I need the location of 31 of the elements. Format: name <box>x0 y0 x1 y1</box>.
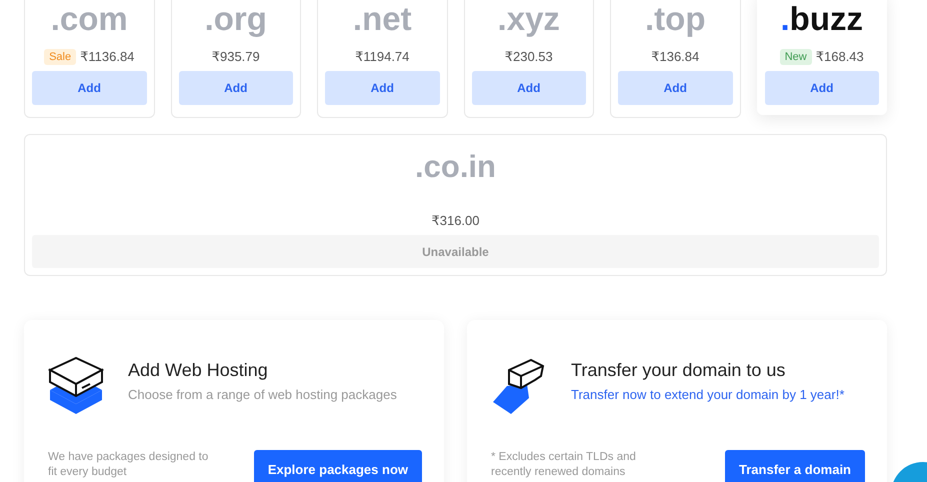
offer-subtitle: Transfer now to extend your domain by 1 year!* <box>571 387 844 402</box>
add-button[interactable]: Add <box>764 71 879 105</box>
domain-extension: .com <box>50 1 128 37</box>
offer-subtitle: Choose from a range of web hosting packages <box>128 387 397 402</box>
domain-extension: .co.in <box>415 149 496 186</box>
price: ₹230.53 <box>504 49 553 65</box>
offer-button[interactable]: Explore packages now <box>254 450 422 482</box>
offer-note: * Excludes certain TLDs and recently renewed domains <box>491 450 637 480</box>
price: ₹935.79 <box>212 49 260 65</box>
add-button[interactable]: Add <box>472 71 586 105</box>
domain-extension: .net <box>352 1 412 37</box>
domain-extension: .top <box>645 1 706 37</box>
offer-title: Add Web Hosting <box>128 360 269 381</box>
add-button[interactable]: Add <box>32 71 146 105</box>
offer-note: We have packages designed to fit every budget <box>48 450 210 480</box>
unavailable-status: Unavailable <box>32 235 879 268</box>
domain-extension: .org <box>204 1 267 37</box>
add-button[interactable]: Add <box>325 71 440 105</box>
badge: Sale <box>44 49 76 65</box>
offer-title: Transfer your domain to us <box>571 360 786 381</box>
domain-extension: .xyz <box>498 1 560 37</box>
add-button[interactable]: Add <box>618 71 732 105</box>
price: ₹316.00 <box>431 213 480 229</box>
price: ₹136.84 <box>651 49 700 65</box>
add-button[interactable]: Add <box>178 71 293 105</box>
price: ₹1194.74 <box>355 49 410 65</box>
domain-extension: .buzz <box>780 1 863 37</box>
offer-button[interactable]: Transfer a domain <box>725 450 865 482</box>
price: ₹1136.84 <box>80 49 134 65</box>
price: ₹168.43 <box>816 49 864 65</box>
badge: New <box>780 49 812 65</box>
